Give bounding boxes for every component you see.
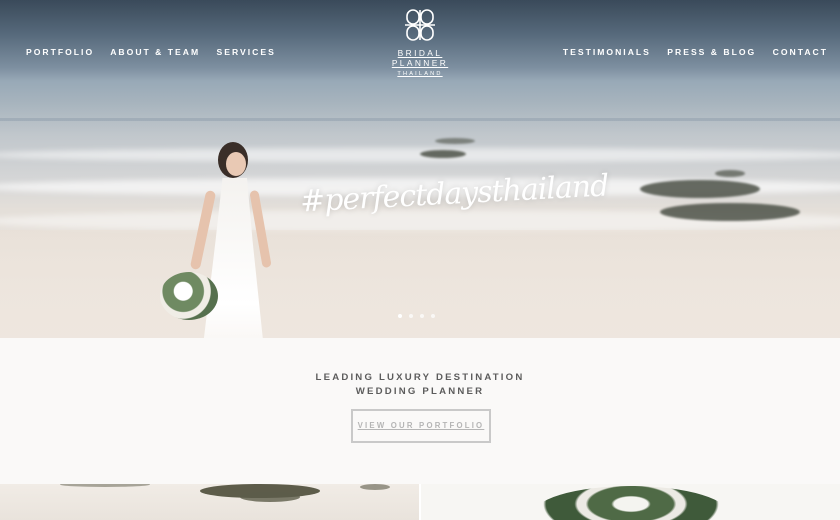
rock [420,150,466,158]
rock [660,203,800,221]
bouquet [160,272,218,320]
slider-dot-3[interactable] [420,314,424,318]
nav-testimonials[interactable]: TESTIMONIALS [563,47,651,57]
rock [435,138,475,144]
slider-dots [398,314,435,318]
logo-subtitle: THAILAND [397,71,443,77]
slider-dot-2[interactable] [409,314,413,318]
nav-about-team[interactable]: ABOUT & TEAM [110,47,200,57]
nav-services[interactable]: SERVICES [217,47,276,57]
nav-press-blog[interactable]: PRESS & BLOG [667,47,756,57]
site-logo[interactable]: BRIDAL PLANNER THAILAND [370,8,470,77]
tagline: LEADING LUXURY DESTINATION WEDDING PLANN… [0,371,840,399]
nav-portfolio[interactable]: PORTFOLIO [26,47,94,57]
tagline-line-1: LEADING LUXURY DESTINATION [315,372,525,383]
gallery-tile-flowers[interactable] [421,484,840,520]
rock [715,170,745,177]
view-portfolio-button[interactable]: VIEW OUR PORTFOLIO [351,409,491,443]
slider-dot-4[interactable] [431,314,435,318]
main-nav-right: TESTIMONIALS PRESS & BLOG CONTACT [551,47,828,57]
tagline-line-2: WEDDING PLANNER [355,386,485,397]
monogram-knot-icon [405,9,435,41]
gallery-tile-beach[interactable] [0,484,419,520]
slider-dot-1[interactable] [398,314,402,318]
nav-contact[interactable]: CONTACT [773,47,828,57]
hero-slider[interactable]: PORTFOLIO ABOUT & TEAM SERVICES BRIDAL P… [0,0,840,338]
logo-name: BRIDAL PLANNER [391,48,449,68]
horizon [0,118,840,121]
rock [640,180,760,198]
main-nav-left: PORTFOLIO ABOUT & TEAM SERVICES [26,47,288,57]
sand [0,230,840,338]
intro-section: LEADING LUXURY DESTINATION WEDDING PLANN… [0,338,840,484]
